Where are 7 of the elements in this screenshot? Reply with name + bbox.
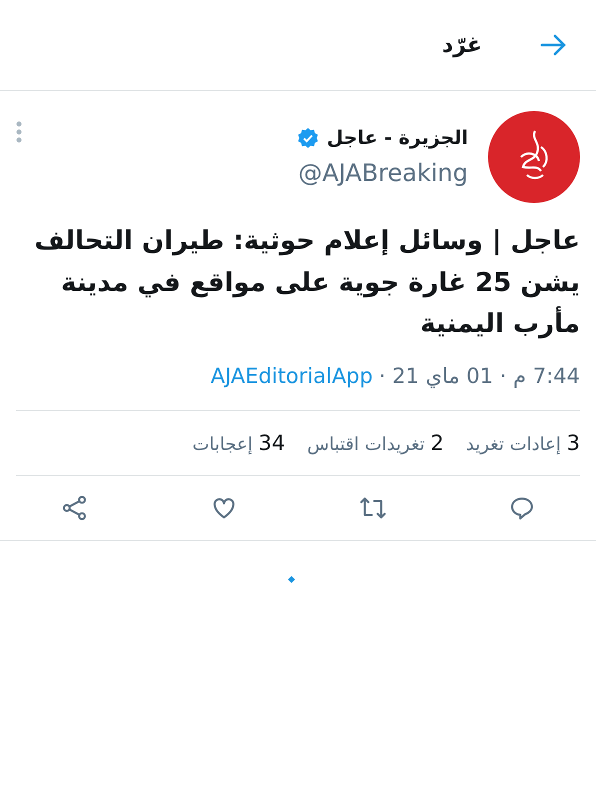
tweet-timestamp: 7:44 م · 01 ماي 21 · bbox=[378, 364, 580, 388]
back-arrow-icon[interactable] bbox=[540, 34, 566, 56]
page-title: غرّد bbox=[442, 32, 482, 58]
author-name[interactable]: الجزيرة - عاجل bbox=[326, 127, 468, 149]
share-icon[interactable] bbox=[60, 494, 88, 522]
tweet-text: عاجل | وسائل إعلام حوثية: طيران التحالف يشن 25 غارة جوية على مواقع في مدينة مأرب اليمنية bbox=[33, 225, 580, 342]
author-handle: @AJABreaking bbox=[298, 159, 468, 187]
